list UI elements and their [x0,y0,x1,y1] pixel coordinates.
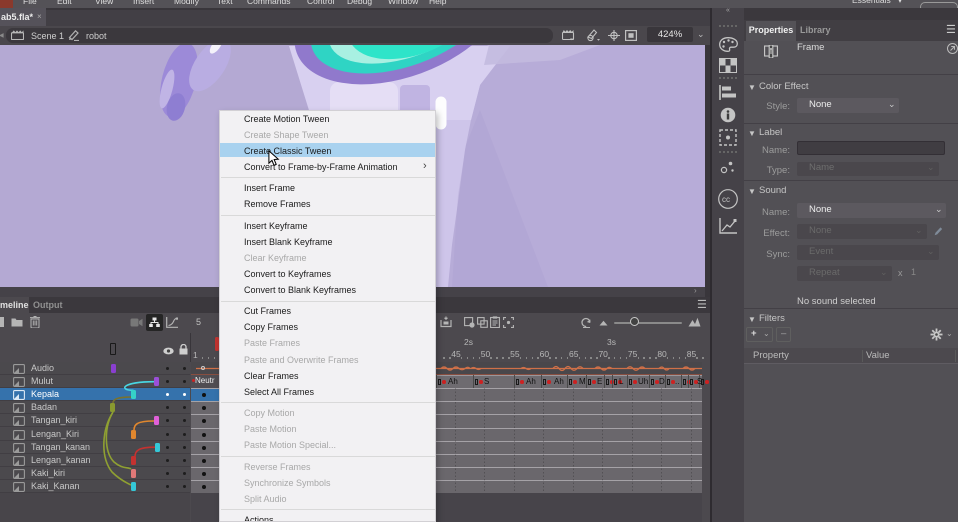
svg-text:cc: cc [722,195,730,204]
